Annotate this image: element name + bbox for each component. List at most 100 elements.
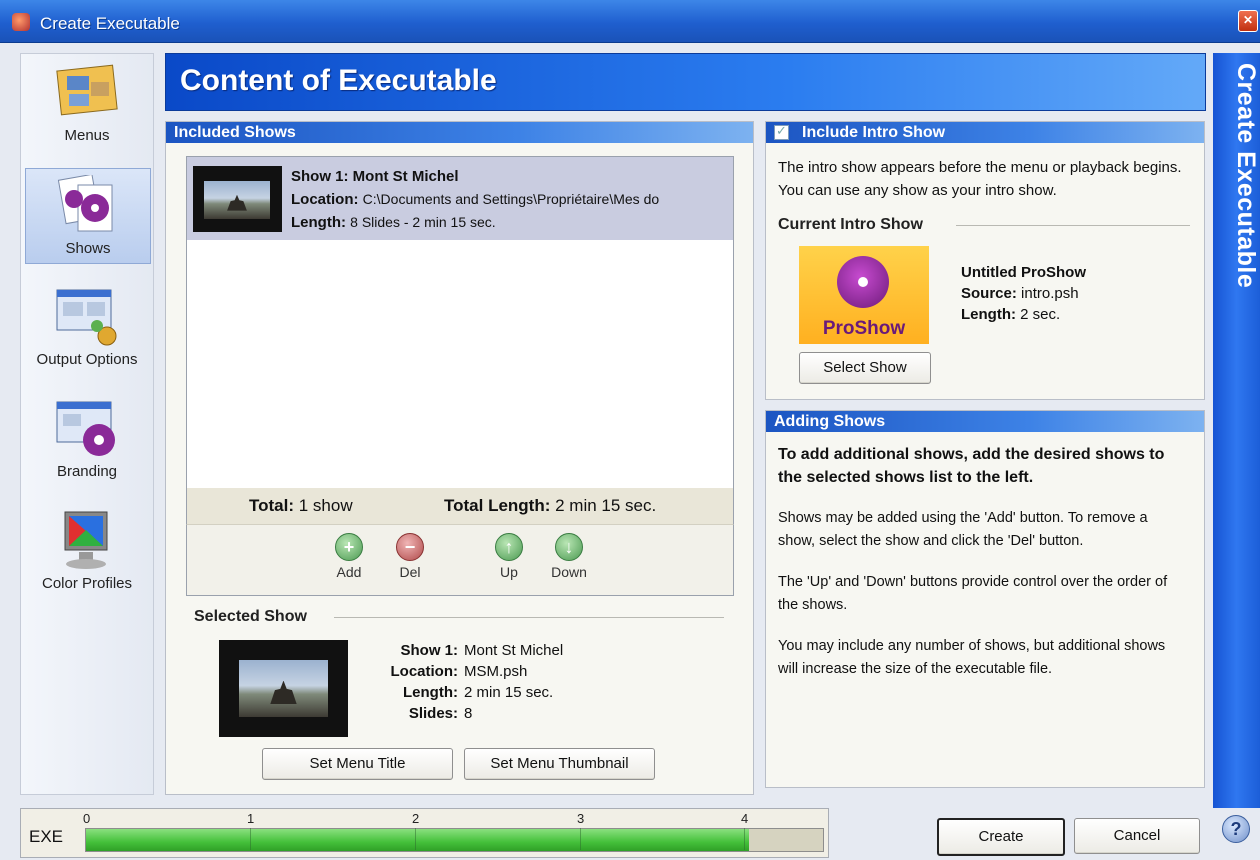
proshow-logo: ProShow [799,246,929,344]
branding-icon [56,401,115,456]
detail-value: 2 min 15 sec. [464,684,554,701]
intro-show-panel: Include Intro Show The intro show appear… [765,121,1205,400]
select-show-button[interactable]: Select Show [799,352,931,384]
intro-show-name: Untitled ProShow [961,264,1086,281]
selected-show-heading: Selected Show [194,608,307,625]
adding-shows-heading: Adding Shows [766,411,1204,432]
divider [334,617,724,618]
sidebar-item-label: Shows [65,240,111,257]
length-value: 8 Slides - 2 min 15 sec. [350,214,496,230]
show-title: Show 1: Mont St Michel [291,168,459,185]
set-menu-title-button[interactable]: Set Menu Title [262,748,453,780]
detail-value: MSM.psh [464,663,528,680]
adding-shows-panel: Adding Shows To add additional shows, ad… [765,410,1205,788]
totals-bar: Total: 1 show Total Length: 2 min 15 sec… [186,488,734,525]
show-details: Show 1: Mont St Michel Location: C:\Docu… [291,166,731,234]
source-key: Source: [961,285,1017,302]
cancel-button[interactable]: Cancel [1074,818,1200,854]
menus-icon [56,64,118,116]
sidebar-item-label: Color Profiles [41,575,133,592]
add-button[interactable]: + Add [324,533,374,580]
selected-show-thumbnail [219,640,348,737]
total-length-value: 2 min 15 sec. [555,496,657,515]
arrow-up-icon: ↑ [495,533,523,561]
intro-show-heading: Include Intro Show [766,122,1204,143]
sidebar-item-menus[interactable]: Menus [25,56,149,150]
shows-icon [57,175,113,232]
down-button[interactable]: ↓ Down [544,533,594,580]
current-intro-heading: Current Intro Show [778,216,923,233]
minus-icon: − [396,533,424,561]
location-key: Location: [291,191,359,208]
include-intro-checkbox[interactable] [774,123,789,140]
tick-mark [580,828,581,850]
size-meter-fill [86,829,750,851]
list-actions: + Add − Del ↑ Up ↓ Down [186,524,734,596]
length-key: Length: [291,214,346,231]
tick-label: 2 [412,811,420,826]
detail-key: Location: [390,663,459,680]
side-banner: Create Executable [1213,53,1260,808]
adding-paragraph: Shows may be added using the 'Add' butto… [778,510,1148,549]
set-menu-thumbnail-button[interactable]: Set Menu Thumbnail [464,748,655,780]
del-button[interactable]: − Del [385,533,435,580]
exe-label: EXE [29,827,64,846]
side-banner-title: Create Executable [1232,63,1260,289]
tick-mark [250,828,251,850]
output-options-icon [56,289,117,346]
sidebar-item-branding[interactable]: Branding [25,392,149,486]
proshow-disc-icon [837,256,889,308]
sidebar-item-output-options[interactable]: Output Options [25,280,149,374]
divider [956,225,1190,226]
app-icon [12,13,30,31]
help-icon[interactable]: ? [1222,815,1250,843]
adding-paragraph: The 'Up' and 'Down' buttons provide cont… [778,574,1168,613]
sidebar-item-label: Menus [64,127,110,144]
down-label: Down [551,564,587,580]
sidebar: Menus Shows Output Options Branding Colo… [20,53,154,795]
sidebar-item-label: Output Options [36,351,138,368]
total-length-key: Total Length: [444,496,551,515]
total-key: Total: [249,496,295,515]
location-value: C:\Documents and Settings\Propriétaire\M… [362,191,660,207]
add-label: Add [336,564,362,580]
intro-description: The intro show appears before the menu o… [778,159,1182,199]
detail-key: Length: [403,684,458,701]
source-value: intro.psh [1021,285,1079,302]
size-meter-track [85,828,824,852]
size-meter: EXE 0 1 2 3 4 [20,808,829,858]
tick-label: 1 [247,811,255,826]
included-shows-panel: Included Shows Show 1: Mont St Michel Lo… [165,121,754,795]
del-label: Del [399,564,421,580]
shows-list[interactable]: Show 1: Mont St Michel Location: C:\Docu… [186,156,734,490]
tick-mark [415,828,416,850]
tick-mark [744,828,745,850]
length-key: Length: [961,306,1016,323]
sidebar-item-color-profiles[interactable]: Color Profiles [25,504,149,598]
tick-label: 0 [83,811,91,826]
list-item[interactable]: Show 1: Mont St Michel Location: C:\Docu… [187,157,733,240]
intro-show-details: Untitled ProShow Source: intro.psh Lengt… [961,262,1086,325]
sidebar-item-label: Branding [56,463,118,480]
included-shows-heading: Included Shows [166,122,753,143]
page-header: Content of Executable [165,53,1206,111]
tick-label: 4 [741,811,749,826]
sidebar-item-shows[interactable]: Shows [25,168,151,264]
plus-icon: + [335,533,363,561]
adding-shows-help: To add additional shows, add the desired… [778,443,1188,681]
create-button[interactable]: Create [937,818,1065,856]
length-value: 2 sec. [1020,306,1061,323]
proshow-logo-text: ProShow [822,318,906,339]
up-button[interactable]: ↑ Up [484,533,534,580]
adding-paragraph: You may include any number of shows, but… [778,638,1166,677]
selected-show-details: Show 1: Mont St Michel Location: MSM.psh L… [362,640,564,724]
close-icon[interactable]: ✕ [1238,10,1258,32]
detail-key: Show 1: [400,642,458,659]
title-bar: Create Executable ✕ [0,0,1260,43]
color-profiles-icon [64,511,108,569]
up-label: Up [500,564,518,580]
tick-label: 3 [577,811,585,826]
detail-value: 8 [464,705,473,722]
page-title: Content of Executable [180,64,497,97]
arrow-down-icon: ↓ [555,533,583,561]
